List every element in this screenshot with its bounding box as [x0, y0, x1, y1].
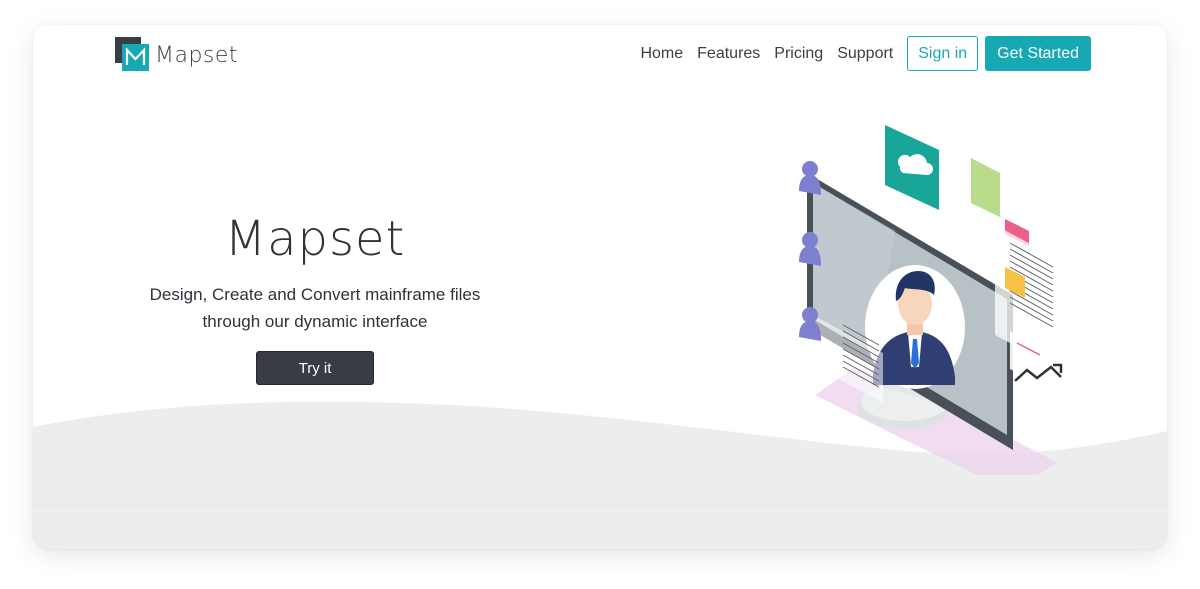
hero-subtitle-line-1: Design, Create and Convert mainframe fil… [149, 285, 481, 304]
get-started-button[interactable]: Get Started [985, 36, 1091, 71]
brand-name: Mapset [155, 42, 239, 68]
user-icon-1 [799, 161, 821, 195]
footer-band [33, 505, 1167, 549]
main-nav: Home Features Pricing Support Sign in Ge… [640, 36, 1091, 71]
nav-link-pricing[interactable]: Pricing [774, 45, 823, 63]
hero-subtitle: Design, Create and Convert mainframe fil… [115, 281, 515, 335]
nav-link-support[interactable]: Support [837, 45, 893, 63]
sign-in-button[interactable]: Sign in [907, 36, 979, 71]
mapset-logo-icon [115, 37, 149, 71]
try-it-button[interactable]: Try it [256, 351, 374, 385]
hero-illustration [799, 125, 1063, 475]
hero-subtitle-line-2: through our dynamic interface [202, 312, 428, 331]
hero-section: Mapset Design, Create and Convert mainfr… [115, 211, 515, 385]
hero-title: Mapset [224, 211, 406, 267]
nav-link-home[interactable]: Home [640, 45, 683, 63]
nav-link-features[interactable]: Features [697, 45, 760, 63]
brand-logo[interactable]: Mapset [115, 37, 238, 71]
page-frame: Mapset Home Features Pricing Support Sig… [33, 25, 1167, 549]
light-green-card [971, 158, 1000, 217]
